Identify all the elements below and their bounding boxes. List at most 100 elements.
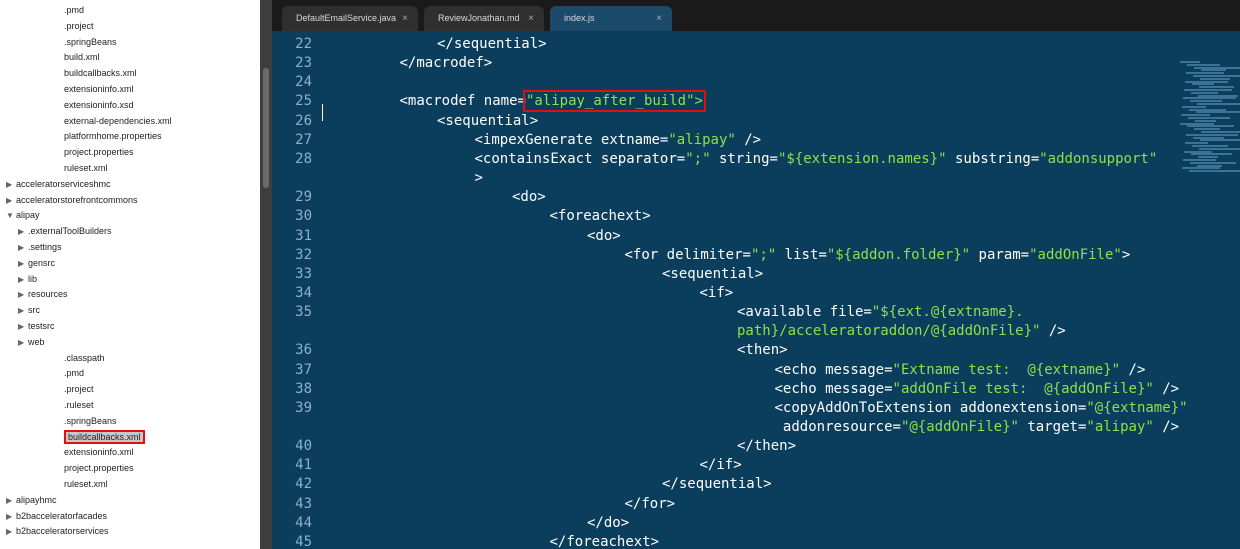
tree-item[interactable]: ▶ acceleratorstorefrontcommons bbox=[0, 193, 260, 208]
tree-item[interactable]: ▶ web bbox=[0, 335, 260, 350]
code-line: </foreachext> bbox=[550, 533, 660, 549]
tree-item[interactable]: ▶ gensrc bbox=[0, 256, 260, 271]
code-text: <containsExact separator= bbox=[474, 150, 686, 167]
tree-item-label: .pmd bbox=[64, 5, 85, 15]
close-icon[interactable]: × bbox=[528, 6, 534, 31]
collapse-arrow-icon[interactable]: ▶ bbox=[6, 193, 16, 208]
tree-item[interactable]: .project bbox=[0, 19, 260, 34]
tab-defaultemailservice-java[interactable]: DefaultEmailService.java × bbox=[282, 6, 418, 31]
minimap-line bbox=[1186, 133, 1238, 136]
highlighted-macro-name: "alipay_after_build"> bbox=[522, 90, 706, 113]
minimap-line bbox=[1198, 94, 1238, 97]
tree-item[interactable]: project.properties bbox=[0, 461, 260, 476]
tree-item-label: testsrc bbox=[28, 321, 55, 331]
tree-item-label: gensrc bbox=[28, 257, 56, 268]
code-text: /> bbox=[735, 131, 762, 148]
tree-item[interactable]: ▶ .externalToolBuilders bbox=[0, 224, 260, 239]
tree-item[interactable]: ▶ b2bacceleratorfacades bbox=[0, 509, 260, 524]
collapse-arrow-icon[interactable]: ▶ bbox=[6, 493, 16, 508]
collapse-arrow-icon[interactable]: ▶ bbox=[6, 177, 16, 192]
tree-item[interactable]: .pmd bbox=[0, 366, 260, 381]
tree-item[interactable]: buildcallbacks.xml bbox=[0, 429, 260, 445]
code-line: <if> bbox=[700, 284, 734, 303]
tree-item[interactable]: ▶ src bbox=[0, 303, 260, 318]
expand-arrow-icon[interactable]: ▼ bbox=[6, 208, 16, 223]
tree-item[interactable]: .ruleset bbox=[0, 398, 260, 413]
collapse-arrow-icon[interactable]: ▶ bbox=[18, 272, 28, 287]
tree-item[interactable]: ▶ acceleratorserviceshmc bbox=[0, 177, 260, 192]
tree-item[interactable]: ▶ b2bacceleratorservices bbox=[0, 524, 260, 539]
tree-item[interactable]: ▶ .settings bbox=[0, 240, 260, 255]
code-text: substring= bbox=[946, 150, 1040, 167]
collapse-arrow-icon[interactable]: ▶ bbox=[6, 509, 16, 524]
code-text: <copyAddOnToExtension addonextension= bbox=[774, 399, 1087, 416]
tree-item-label: extensioninfo.xsd bbox=[64, 99, 134, 110]
collapse-arrow-icon[interactable]: ▶ bbox=[18, 319, 28, 334]
tree-item[interactable]: ruleset.xml bbox=[0, 161, 260, 176]
tree-item[interactable]: ▼ alipay bbox=[0, 208, 260, 223]
tree-item[interactable]: ruleset.xml bbox=[0, 477, 260, 492]
collapse-arrow-icon[interactable]: ▶ bbox=[18, 240, 28, 255]
close-icon[interactable]: × bbox=[402, 6, 408, 31]
tree-item[interactable]: extensioninfo.xsd bbox=[0, 98, 260, 113]
tree-item[interactable]: .project bbox=[0, 382, 260, 397]
tree-item-label: resources bbox=[28, 289, 68, 300]
code-string: "${addon.folder}" bbox=[826, 246, 971, 263]
code-text: </then> bbox=[737, 438, 797, 455]
line-number: 37 bbox=[295, 361, 312, 378]
tree-item[interactable]: project.properties bbox=[0, 145, 260, 160]
collapse-arrow-icon[interactable]: ▶ bbox=[18, 303, 28, 318]
tree-item[interactable]: .classpath bbox=[0, 351, 260, 366]
code-line: </macrodef> bbox=[400, 54, 493, 73]
minimap-line bbox=[1199, 86, 1234, 89]
tree-item[interactable]: ▶ lib bbox=[0, 272, 260, 287]
code-text: </macrodef> bbox=[399, 55, 493, 72]
tree-item[interactable]: external-dependencies.xml bbox=[0, 114, 260, 129]
minimap-line bbox=[1193, 75, 1240, 77]
tab-index-js[interactable]: index.js × bbox=[550, 6, 672, 31]
tree-item[interactable]: ▶ resources bbox=[0, 287, 260, 302]
collapse-arrow-icon[interactable]: ▶ bbox=[18, 287, 28, 302]
code-text: string= bbox=[710, 150, 778, 167]
tree-item[interactable]: buildcallbacks.xml bbox=[0, 66, 260, 81]
collapse-arrow-icon[interactable]: ▶ bbox=[18, 256, 28, 271]
code-line: <for delimiter=";" list="${addon.folder}… bbox=[625, 246, 1131, 265]
tab-reviewjonathan-md[interactable]: ReviewJonathan.md × bbox=[424, 6, 544, 31]
code-text: <echo message= bbox=[774, 380, 893, 397]
line-number: 35 bbox=[295, 304, 312, 321]
tree-item[interactable]: build.xml bbox=[0, 50, 260, 65]
minimap-line bbox=[1189, 108, 1226, 111]
tree-item[interactable]: ▶ alipayhmc bbox=[0, 493, 260, 508]
line-number: 43 bbox=[295, 495, 312, 512]
minimap[interactable] bbox=[1180, 61, 1240, 181]
collapse-arrow-icon[interactable]: ▶ bbox=[18, 335, 28, 350]
close-icon[interactable]: × bbox=[656, 6, 662, 31]
tree-item[interactable]: extensioninfo.xml bbox=[0, 445, 260, 460]
tree-item[interactable]: .springBeans bbox=[0, 414, 260, 429]
tree-item[interactable]: .springBeans bbox=[0, 35, 260, 50]
sidebar-scrollbar-thumb[interactable] bbox=[263, 68, 269, 188]
code-text: <sequential> bbox=[662, 265, 764, 282]
tree-item[interactable]: platformhome.properties bbox=[0, 129, 260, 144]
code-area[interactable]: 22 </sequential> 23 </macrodef> 24 25 <macrode… bbox=[272, 31, 1240, 549]
minimap-line bbox=[1197, 103, 1240, 105]
tree-item[interactable]: ▶ testsrc bbox=[0, 319, 260, 334]
collapse-arrow-icon[interactable]: ▶ bbox=[18, 224, 28, 239]
collapse-arrow-icon[interactable]: ▶ bbox=[6, 524, 16, 539]
minimap-line bbox=[1185, 142, 1208, 145]
tree-item-label: platformhome.properties bbox=[64, 131, 162, 142]
tree-item-label: build.xml bbox=[64, 52, 100, 63]
tree-item-label: .classpath bbox=[64, 352, 105, 363]
line-number: 29 bbox=[295, 189, 312, 206]
minimap-line bbox=[1200, 139, 1240, 142]
tree-item[interactable]: extensioninfo.xml bbox=[0, 82, 260, 97]
code-string: "addonsupport" bbox=[1039, 150, 1158, 167]
code-text: param= bbox=[970, 246, 1030, 263]
line-number: 30 bbox=[295, 208, 312, 225]
line-number: 22 bbox=[295, 36, 312, 52]
tree-item[interactable]: .pmd bbox=[0, 3, 260, 18]
tree-item-label: web bbox=[28, 336, 45, 347]
code-text: /> bbox=[1153, 380, 1180, 397]
code-line: path}/acceleratoraddon/@{addOnFile}" /> bbox=[737, 322, 1066, 341]
tree-item-label: .project bbox=[64, 20, 94, 31]
